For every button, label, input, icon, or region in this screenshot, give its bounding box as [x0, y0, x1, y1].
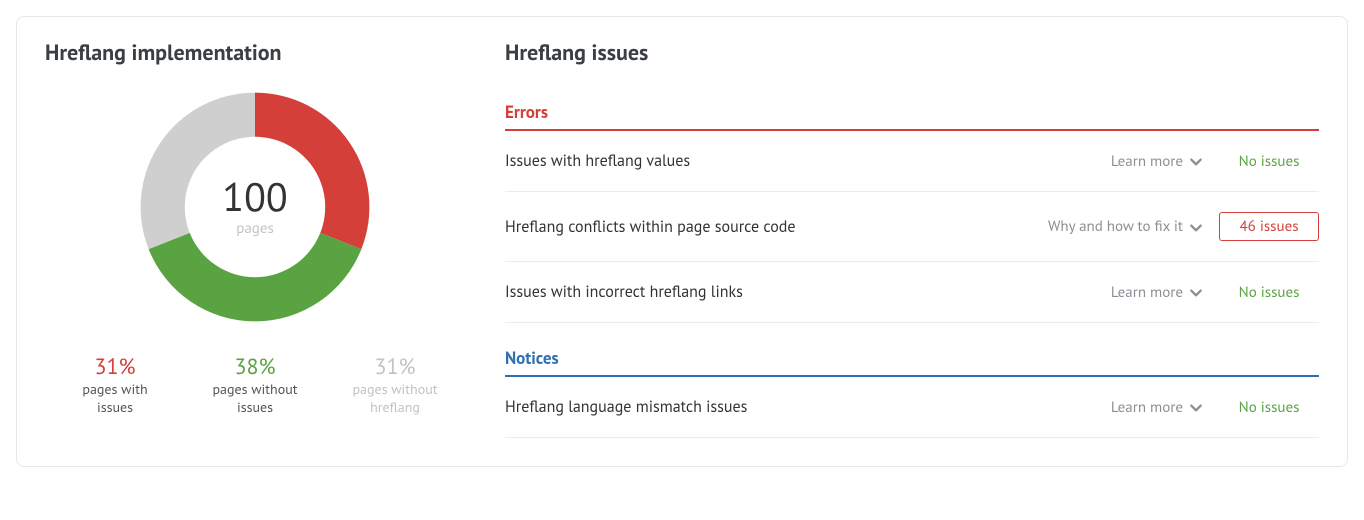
issue-status-bad[interactable]: 46 issues	[1219, 212, 1319, 241]
chevron-down-icon	[1189, 155, 1201, 167]
issue-name: Issues with incorrect hreflang links	[505, 282, 1093, 302]
issue-status-ok: No issues	[1219, 283, 1319, 302]
donut-slice-2[interactable]	[141, 93, 255, 250]
section-header-notices: Notices	[505, 323, 1319, 377]
legend-label: pages withissues	[46, 381, 185, 416]
legend-percent: 31%	[326, 355, 465, 379]
issue-hint-label: Learn more	[1111, 152, 1183, 171]
issues-panel: Hreflang issues ErrorsIssues with hrefla…	[505, 39, 1319, 438]
legend-item-0[interactable]: 31%pages withissues	[46, 355, 185, 416]
issue-hint-toggle[interactable]: Learn more	[1111, 398, 1201, 417]
implementation-panel: Hreflang implementation 100 pages 31%pag…	[45, 39, 465, 438]
legend-percent: 38%	[186, 355, 325, 379]
donut-slice-1[interactable]	[149, 233, 362, 322]
legend-item-2[interactable]: 31%pages withouthreflang	[326, 355, 465, 416]
issue-row: Hreflang conflicts within page source co…	[505, 192, 1319, 262]
implementation-title: Hreflang implementation	[45, 39, 465, 67]
issue-name: Hreflang language mismatch issues	[505, 397, 1093, 417]
issue-hint-toggle[interactable]: Why and how to fix it	[1048, 217, 1201, 236]
issue-status-ok: No issues	[1219, 152, 1319, 171]
issue-hint-label: Why and how to fix it	[1048, 217, 1183, 236]
chevron-down-icon	[1189, 221, 1201, 233]
donut-legend: 31%pages withissues38%pages withoutissue…	[45, 355, 465, 416]
legend-percent: 31%	[46, 355, 185, 379]
issue-hint-label: Learn more	[1111, 398, 1183, 417]
issue-row: Issues with incorrect hreflang links Lear…	[505, 262, 1319, 323]
chevron-down-icon	[1189, 286, 1201, 298]
donut-slice-0[interactable]	[255, 93, 369, 250]
legend-label: pages withoutissues	[186, 381, 325, 416]
issue-name: Issues with hreflang values	[505, 151, 1093, 171]
legend-item-1[interactable]: 38%pages withoutissues	[186, 355, 325, 416]
issue-name: Hreflang conflicts within page source co…	[505, 217, 1030, 237]
issue-status-ok: No issues	[1219, 398, 1319, 417]
section-header-errors: Errors	[505, 77, 1319, 131]
implementation-donut-chart[interactable]: 100 pages	[125, 77, 385, 337]
issue-row: Hreflang language mismatch issues Learn m…	[505, 377, 1319, 438]
chevron-down-icon	[1189, 401, 1201, 413]
legend-label: pages withouthreflang	[326, 381, 465, 416]
issue-hint-toggle[interactable]: Learn more	[1111, 152, 1201, 171]
hreflang-card: Hreflang implementation 100 pages 31%pag…	[16, 16, 1348, 467]
issue-hint-toggle[interactable]: Learn more	[1111, 283, 1201, 302]
issue-hint-label: Learn more	[1111, 283, 1183, 302]
issues-title: Hreflang issues	[505, 39, 1319, 67]
issue-row: Issues with hreflang values Learn more No …	[505, 131, 1319, 192]
